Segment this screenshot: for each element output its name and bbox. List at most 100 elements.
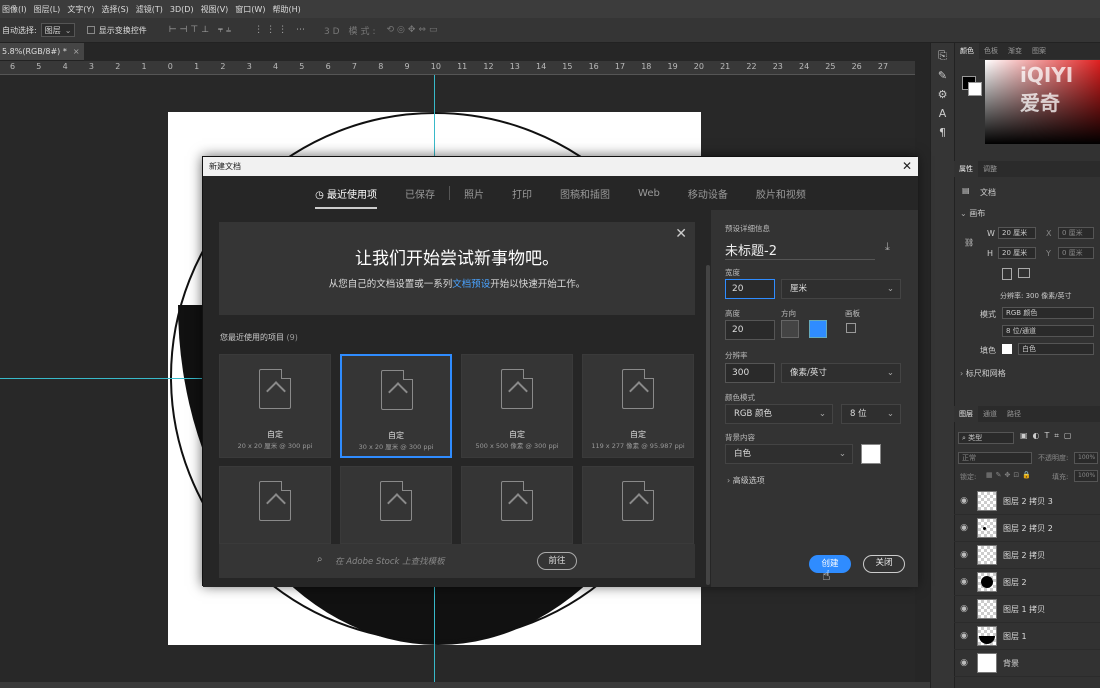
- background-color-swatch[interactable]: [968, 82, 982, 96]
- distribute-icons[interactable]: ⋮⋮⋮ ⋯: [254, 25, 308, 35]
- stock-search-input[interactable]: 在 Adobe Stock 上查找模板: [335, 555, 445, 567]
- layer-row[interactable]: ◉ 图层 2: [954, 569, 1100, 596]
- menu-window[interactable]: 窗口(W): [235, 4, 265, 15]
- layer-filter-icons[interactable]: ▣◐T⌗▢: [1020, 431, 1077, 441]
- scrollbar[interactable]: [706, 265, 710, 585]
- save-preset-icon[interactable]: ⤓: [885, 240, 890, 254]
- tab-film-video[interactable]: 胶片和视频: [756, 186, 806, 201]
- recent-item-card[interactable]: [340, 466, 452, 544]
- fill-percent-field[interactable]: 100%: [1074, 470, 1098, 482]
- menu-filter[interactable]: 滤镜(T): [136, 4, 163, 15]
- character-icon[interactable]: A: [931, 107, 954, 120]
- tab-art-illustration[interactable]: 图稿和插图: [560, 186, 610, 201]
- canvas-section-title[interactable]: ⌄ 画布: [960, 208, 985, 219]
- mode-dropdown[interactable]: RGB 颜色: [1002, 307, 1094, 319]
- close-button[interactable]: 关闭: [863, 555, 905, 573]
- bit-depth-dropdown[interactable]: 8 位/通道: [1002, 325, 1094, 337]
- recent-item-card[interactable]: 自定 20 x 20 厘米 @ 300 ppi: [219, 354, 331, 458]
- advanced-options-toggle[interactable]: › 高级选项: [727, 475, 765, 486]
- visibility-eye-icon[interactable]: ◉: [954, 631, 974, 641]
- visibility-eye-icon[interactable]: ◉: [954, 550, 974, 560]
- tab-color[interactable]: 颜色: [955, 43, 979, 59]
- link-icon[interactable]: ⛓: [964, 238, 974, 247]
- menu-select[interactable]: 选择(S): [101, 4, 128, 15]
- layer-row[interactable]: ◉ 图层 2 拷贝 2: [954, 515, 1100, 542]
- artboard-checkbox[interactable]: [846, 323, 856, 333]
- close-icon[interactable]: ✕: [902, 159, 912, 173]
- menu-image[interactable]: 图像(I): [2, 4, 27, 15]
- tab-adjustments[interactable]: 调整: [978, 164, 1002, 174]
- close-icon[interactable]: ×: [73, 47, 80, 56]
- tab-recent[interactable]: ◷ 最近使用项: [315, 186, 378, 209]
- layer-row[interactable]: ◉ 图层 2 拷贝: [954, 542, 1100, 569]
- tab-paths[interactable]: 路径: [1002, 409, 1026, 419]
- width-input[interactable]: 20: [725, 279, 775, 299]
- recent-item-card-selected[interactable]: 自定 30 x 20 厘米 @ 300 ppi: [340, 354, 452, 458]
- close-icon[interactable]: ✕: [675, 226, 687, 242]
- portrait-orientation-button[interactable]: [781, 320, 799, 338]
- layer-row[interactable]: ◉ 图层 1: [954, 623, 1100, 650]
- canvas-width-field[interactable]: 20 厘米: [998, 227, 1036, 239]
- menu-layer[interactable]: 图层(L): [34, 4, 61, 15]
- tab-saved[interactable]: 已保存: [405, 186, 435, 201]
- align-icons[interactable]: ⊢⊣⊤⊥ ⫧⫨: [169, 25, 234, 35]
- tab-swatches[interactable]: 色板: [979, 46, 1003, 56]
- tab-print[interactable]: 打印: [512, 186, 532, 201]
- menu-type[interactable]: 文字(Y): [67, 4, 94, 15]
- tab-properties[interactable]: 属性: [954, 161, 978, 177]
- landscape-orientation-button[interactable]: [1018, 268, 1030, 278]
- blend-mode-dropdown[interactable]: 正常: [958, 452, 1032, 464]
- document-presets-link[interactable]: 文档预设: [452, 279, 490, 290]
- document-name-field[interactable]: 未标题-2: [725, 240, 777, 259]
- background-color-swatch[interactable]: [861, 444, 881, 464]
- rulers-grid-section[interactable]: › 标尺和网格: [960, 368, 1006, 379]
- visibility-eye-icon[interactable]: ◉: [954, 604, 974, 614]
- tab-gradients[interactable]: 渐变: [1003, 46, 1027, 56]
- layer-row[interactable]: ◉ 图层 1 拷贝: [954, 596, 1100, 623]
- tab-channels[interactable]: 通道: [978, 409, 1002, 419]
- layer-row[interactable]: ◉ 图层 2 拷贝 3: [954, 488, 1100, 515]
- menu-3d[interactable]: 3D(D): [170, 5, 194, 14]
- height-input[interactable]: 20: [725, 320, 775, 340]
- menu-view[interactable]: 视图(V): [201, 4, 229, 15]
- brush-settings-icon[interactable]: ✎: [931, 69, 954, 82]
- visibility-eye-icon[interactable]: ◉: [954, 523, 974, 533]
- bit-depth-dropdown[interactable]: 8 位 ⌄: [841, 404, 901, 424]
- history-icon[interactable]: ⎘: [931, 49, 954, 63]
- width-unit-dropdown[interactable]: 厘米 ⌄: [781, 279, 901, 299]
- canvas-y-field[interactable]: 0 厘米: [1058, 247, 1094, 259]
- recent-item-card[interactable]: 自定 119 x 277 像素 @ 95.987 ppi: [582, 354, 694, 458]
- tab-mobile[interactable]: 移动设备: [688, 186, 728, 201]
- lock-icons[interactable]: ▦✎✥⊡🔒: [986, 471, 1034, 479]
- fill-color-swatch[interactable]: [1002, 344, 1012, 354]
- tab-web[interactable]: Web: [638, 188, 660, 199]
- go-button[interactable]: 前往: [537, 552, 577, 570]
- show-transform-checkbox[interactable]: [86, 26, 95, 34]
- 3d-tool-icons[interactable]: ⟲◎✥⇔▭: [387, 25, 441, 35]
- recent-item-card[interactable]: [219, 466, 331, 544]
- paragraph-icon[interactable]: ¶: [931, 126, 954, 139]
- document-tab[interactable]: 5.8%(RGB/8#) * ×: [0, 43, 84, 61]
- auto-select-dropdown[interactable]: 图层 ⌄: [40, 23, 75, 37]
- opacity-field[interactable]: 100%: [1074, 452, 1098, 464]
- recent-item-card[interactable]: 自定 500 x 500 像素 @ 300 ppi: [461, 354, 573, 458]
- resolution-unit-dropdown[interactable]: 像素/英寸 ⌄: [781, 363, 901, 383]
- portrait-orientation-button[interactable]: [1002, 268, 1012, 280]
- resolution-input[interactable]: 300: [725, 363, 775, 383]
- canvas-x-field[interactable]: 0 厘米: [1058, 227, 1094, 239]
- background-dropdown[interactable]: 白色 ⌄: [725, 444, 853, 464]
- menu-help[interactable]: 帮助(H): [272, 4, 300, 15]
- visibility-eye-icon[interactable]: ◉: [954, 577, 974, 587]
- recent-item-card[interactable]: [461, 466, 573, 544]
- tab-patterns[interactable]: 图案: [1027, 46, 1051, 56]
- tab-photo[interactable]: 照片: [464, 186, 484, 201]
- layer-row[interactable]: ◉ 背景: [954, 650, 1100, 677]
- visibility-eye-icon[interactable]: ◉: [954, 496, 974, 506]
- landscape-orientation-button[interactable]: [809, 320, 827, 338]
- canvas-height-field[interactable]: 20 厘米: [998, 247, 1036, 259]
- color-mode-dropdown[interactable]: RGB 颜色 ⌄: [725, 404, 833, 424]
- fill-dropdown[interactable]: 白色: [1018, 343, 1094, 355]
- tab-layers[interactable]: 图层: [954, 406, 978, 422]
- adjust-icon[interactable]: ⚙: [931, 88, 954, 101]
- layer-kind-filter[interactable]: ⌕ 类型: [958, 432, 1014, 444]
